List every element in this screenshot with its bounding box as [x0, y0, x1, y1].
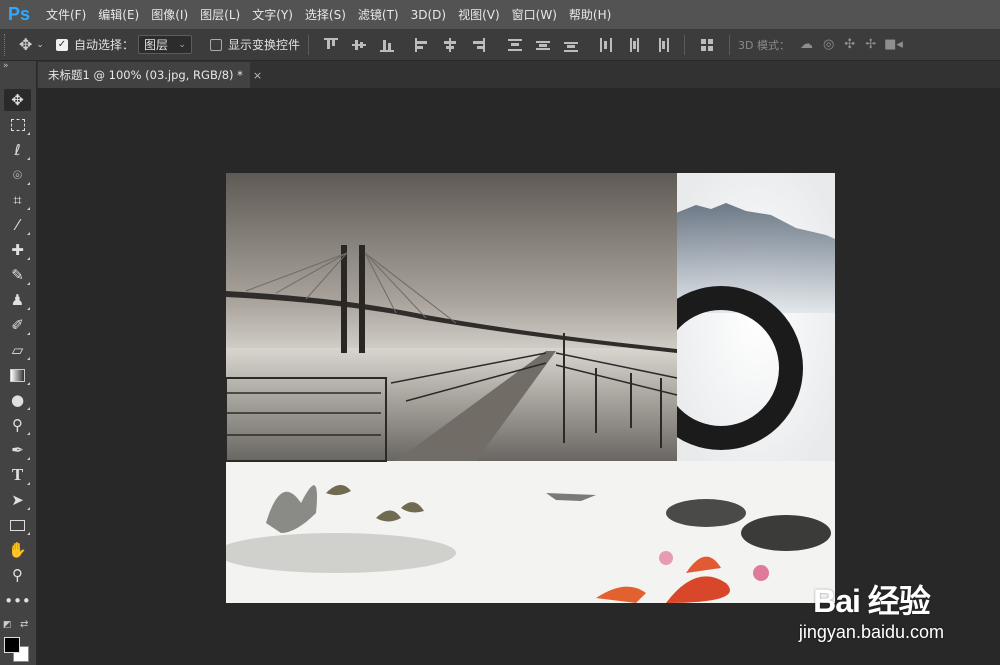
history-brush-tool-icon[interactable]: ✐	[4, 314, 31, 336]
menu-bar: Ps 文件(F) 编辑(E) 图像(I) 图层(L) 文字(Y) 选择(S) 滤…	[0, 0, 1000, 29]
align-top-icon[interactable]	[323, 37, 338, 52]
move-tool-icon[interactable]: ✥	[4, 89, 31, 111]
healing-brush-tool-icon[interactable]: ✚	[4, 239, 31, 261]
composite-artwork	[226, 173, 835, 603]
quick-select-tool-icon[interactable]: ⌾	[4, 164, 31, 186]
auto-align-layers-icon[interactable]	[700, 38, 714, 52]
baidu-jingyan-watermark: Bai 经验 jingyan.baidu.com	[799, 576, 944, 643]
distribute-hcenter-icon[interactable]	[627, 37, 641, 52]
divider	[683, 34, 685, 55]
clone-stamp-tool-icon[interactable]: ♟	[4, 289, 31, 311]
menu-view[interactable]: 视图(V)	[458, 6, 500, 23]
distribute-left-icon[interactable]	[599, 37, 613, 52]
align-hcenter-icon[interactable]	[443, 37, 457, 52]
document-tab[interactable]: 未标题1 @ 100% (03.jpg, RGB/8) * ×	[38, 62, 262, 88]
align-bottom-icon[interactable]	[379, 38, 394, 52]
blur-tool-icon[interactable]: ●	[4, 389, 31, 411]
3d-scale-icon[interactable]: ■◂	[884, 37, 903, 52]
type-tool-icon[interactable]: T	[4, 464, 31, 486]
3d-pan-icon[interactable]: ✣	[844, 37, 855, 52]
auto-select-dropdown[interactable]: 图层 ⌄	[137, 35, 192, 54]
collapse-panel-icon[interactable]: »	[3, 61, 9, 71]
menu-layer[interactable]: 图层(L)	[200, 6, 240, 23]
swap-colors-icon[interactable]: ⇄	[20, 619, 28, 630]
menu-help[interactable]: 帮助(H)	[569, 6, 611, 23]
distribute-top-icon[interactable]	[507, 38, 522, 52]
watermark-url: jingyan.baidu.com	[798, 622, 944, 642]
3d-mode-label: 3D 模式：	[737, 38, 790, 52]
marquee-tool-icon[interactable]	[4, 114, 31, 136]
document-tab-title: 未标题1 @ 100% (03.jpg, RGB/8) *	[48, 68, 243, 82]
document-tab-strip: 未标题1 @ 100% (03.jpg, RGB/8) * ×	[37, 61, 1000, 88]
divider	[728, 34, 730, 55]
menu-type[interactable]: 文字(Y)	[252, 6, 293, 23]
move-tool-preset-icon[interactable]: ✥	[19, 35, 32, 54]
dodge-tool-icon[interactable]: ⚲	[4, 414, 31, 436]
chevron-down-icon[interactable]: ⌄	[36, 40, 44, 50]
options-bar-grip[interactable]	[4, 33, 11, 56]
show-transform-checkbox[interactable]	[209, 38, 222, 51]
options-bar: ✥ ⌄ ✓ 自动选择： 图层 ⌄ 显示变换控件 3D 模式： ☁ ◎ ✣ ✢ ■…	[0, 29, 1000, 61]
3d-slide-icon[interactable]: ✢	[865, 37, 876, 52]
tools-panel: » ✥ ℓ ⌾ ⌗ ⁄ ✚ ✎ ♟ ✐ ▱ ● ⚲ ✒ T ➤ ✋ ⚲ ••• …	[0, 61, 37, 665]
path-select-tool-icon[interactable]: ➤	[4, 489, 31, 511]
align-vcenter-icon[interactable]	[351, 38, 366, 52]
menu-image[interactable]: 图像(I)	[151, 6, 188, 23]
watermark-logo-text: Bai 经验	[813, 583, 931, 619]
foreground-color-swatch[interactable]	[4, 637, 20, 653]
divider	[307, 34, 309, 55]
3d-orbit-icon[interactable]: ☁	[800, 37, 813, 52]
zoom-tool-icon[interactable]: ⚲	[4, 564, 31, 586]
eraser-tool-icon[interactable]: ▱	[4, 339, 31, 361]
auto-select-label: 自动选择：	[73, 38, 134, 52]
close-icon[interactable]: ×	[253, 69, 262, 82]
menu-edit[interactable]: 编辑(E)	[98, 6, 139, 23]
menu-file[interactable]: 文件(F)	[46, 6, 86, 23]
menu-window[interactable]: 窗口(W)	[512, 6, 557, 23]
default-colors-icon[interactable]: ◩	[3, 620, 12, 630]
align-left-icon[interactable]	[414, 37, 429, 52]
gradient-tool-icon[interactable]	[4, 364, 31, 386]
auto-select-value: 图层	[143, 38, 168, 52]
eyedropper-tool-icon[interactable]: ⁄	[4, 214, 31, 236]
menu-select[interactable]: 选择(S)	[305, 6, 346, 23]
lasso-tool-icon[interactable]: ℓ	[4, 139, 31, 161]
distribute-right-icon[interactable]	[655, 37, 669, 52]
document-canvas[interactable]	[226, 173, 835, 603]
rectangle-tool-icon[interactable]	[4, 514, 31, 536]
menu-3d[interactable]: 3D(D)	[411, 8, 446, 22]
pen-tool-icon[interactable]: ✒	[4, 439, 31, 461]
align-right-icon[interactable]	[471, 37, 485, 52]
crop-tool-icon[interactable]: ⌗	[4, 189, 31, 211]
menu-filter[interactable]: 滤镜(T)	[358, 6, 399, 23]
hand-tool-icon[interactable]: ✋	[4, 539, 31, 561]
more-tools-icon[interactable]: •••	[4, 590, 31, 612]
3d-roll-icon[interactable]: ◎	[823, 37, 834, 52]
distribute-bottom-icon[interactable]	[563, 38, 578, 52]
show-transform-label: 显示变换控件	[227, 38, 300, 52]
brush-tool-icon[interactable]: ✎	[4, 264, 31, 286]
auto-select-checkbox[interactable]: ✓	[55, 38, 68, 51]
photoshop-logo: Ps	[7, 4, 31, 24]
chevron-down-icon: ⌄	[178, 39, 186, 50]
distribute-vcenter-icon[interactable]	[535, 38, 550, 52]
